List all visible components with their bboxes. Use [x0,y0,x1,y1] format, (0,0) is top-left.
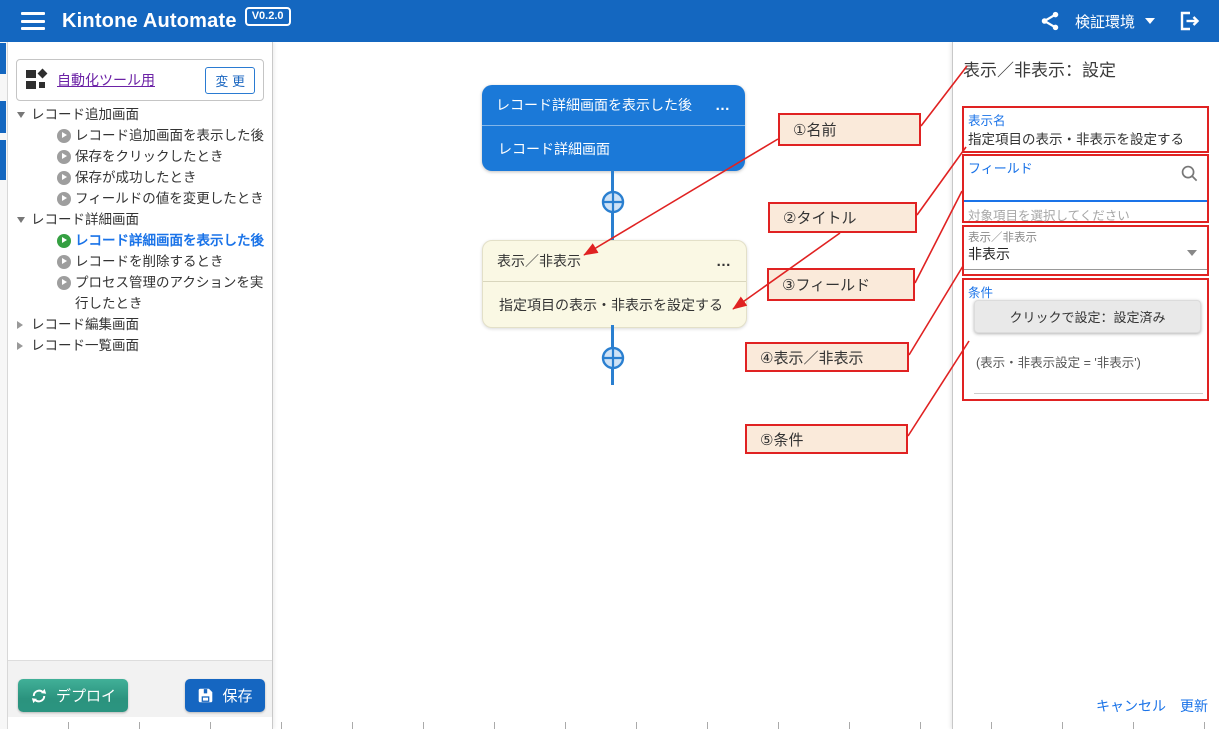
settings-panel: 表示／非表示：設定 表示名 指定項目の表示・非表示を設定する フィールド 対象項… [952,42,1219,729]
app-link[interactable]: 自動化ツール用 [57,70,155,90]
event-play-icon [57,171,71,185]
add-step-button[interactable] [600,189,626,215]
dropdown-caret-icon[interactable] [1187,250,1197,256]
cancel-button[interactable]: キャンセル [1096,696,1166,716]
version-badge: V0.2.0 [245,7,291,26]
sidebar: 自動化ツール用 変 更 レコード追加画面 レコード追加画面を表示した後 保存をク… [8,42,273,729]
chevron-down-icon [1145,18,1155,24]
condition-expression: (表示・非表示設定 = '非表示') [976,352,1141,371]
tree-item[interactable]: 保存が成功したとき [8,167,272,188]
environment-selector[interactable]: 検証環境 [1075,11,1155,32]
trigger-node-title: レコード詳細画面を表示した後 [496,95,692,115]
display-name-label: 表示名 [968,110,1006,129]
visibility-underline [964,269,1207,270]
annotation-label-field: ③フィールド [767,268,915,301]
hamburger-menu-icon[interactable] [21,12,45,30]
visibility-section: 表示／非表示 非表示 [962,225,1209,276]
expand-arrow-icon[interactable] [17,209,28,230]
sidebar-footer: デプロイ 保存 [8,660,272,717]
share-icon[interactable] [1039,10,1061,32]
collapse-arrow-icon[interactable] [17,335,28,356]
save-button[interactable]: 保存 [185,679,265,712]
display-name-section: 表示名 指定項目の表示・非表示を設定する [962,106,1209,153]
annotation-label-visibility: ④表示／非表示 [745,342,909,372]
action-node-menu-icon[interactable]: … [716,253,732,270]
field-helper-text: 対象項目を選択してください [968,205,1130,224]
tree-item-selected[interactable]: レコード詳細画面を表示した後 [8,230,272,251]
trigger-node[interactable]: レコード詳細画面を表示した後 … レコード詳細画面 [482,85,745,171]
environment-label: 検証環境 [1075,11,1135,32]
floppy-disk-icon [197,687,214,704]
tree-group-record-list[interactable]: レコード一覧画面 [8,335,272,356]
condition-section: 条件 クリックで設定：設定済み (表示・非表示設定 = '非表示') [962,278,1209,401]
visibility-label: 表示／非表示 [968,229,1037,245]
app-selector: 自動化ツール用 変 更 [16,59,264,101]
tree-item[interactable]: 保存をクリックしたとき [8,146,272,167]
update-button[interactable]: 更新 [1180,696,1208,716]
event-play-icon-active [57,234,71,248]
tree-item[interactable]: フィールドの値を変更したとき [8,188,272,209]
field-input-underline[interactable] [964,200,1207,202]
collapse-arrow-icon[interactable] [17,314,28,335]
event-play-icon [57,276,71,290]
change-app-button[interactable]: 変 更 [205,67,255,94]
annotation-label-condition: ⑤条件 [745,424,908,454]
annotation-label-name: ①名前 [778,113,921,146]
app-icon [26,69,48,91]
field-section: フィールド 対象項目を選択してください [962,154,1209,223]
tree-item[interactable]: プロセス管理のアクションを実行したとき [8,272,272,314]
app-root: { "header": { "title": "Kintone Automate… [0,0,1219,729]
condition-label: 条件 [968,282,993,301]
expand-arrow-icon[interactable] [17,104,28,125]
tree-item[interactable]: レコード追加画面を表示した後 [8,125,272,146]
add-step-button[interactable] [600,345,626,371]
display-name-value[interactable]: 指定項目の表示・非表示を設定する [968,128,1184,148]
annotation-label-title: ②タイトル [768,202,917,233]
top-header: Kintone Automate V0.2.0 検証環境 [0,0,1219,42]
event-play-icon [57,192,71,206]
deploy-button[interactable]: デプロイ [18,679,128,712]
tree-item[interactable]: レコードを削除するとき [8,251,272,272]
tree-group-record-edit[interactable]: レコード編集画面 [8,314,272,335]
tree-group-record-add[interactable]: レコード追加画面 [8,104,272,125]
event-play-icon [57,129,71,143]
action-node-title: 表示／非表示 [497,251,581,271]
logout-icon[interactable] [1177,9,1201,33]
event-play-icon [57,255,71,269]
trigger-node-subtitle: レコード詳細画面 [498,139,610,159]
event-tree: レコード追加画面 レコード追加画面を表示した後 保存をクリックしたとき 保存が成… [8,104,272,356]
action-node-subtitle: 指定項目の表示・非表示を設定する [499,295,723,315]
visibility-select[interactable]: 非表示 [968,244,1010,264]
field-label: フィールド [968,158,1033,177]
condition-set-button[interactable]: クリックで設定：設定済み [974,300,1201,333]
divider [974,393,1203,394]
trigger-node-menu-icon[interactable]: … [715,97,731,114]
action-node[interactable]: 表示／非表示 … 指定項目の表示・非表示を設定する [482,240,747,328]
panel-title: 表示／非表示：設定 [963,56,1116,81]
search-icon[interactable] [1180,164,1199,188]
left-edge-strip [0,42,8,729]
app-title: Kintone Automate [62,10,237,33]
tree-group-record-detail[interactable]: レコード詳細画面 [8,209,272,230]
event-play-icon [57,150,71,164]
sync-icon [30,687,48,705]
